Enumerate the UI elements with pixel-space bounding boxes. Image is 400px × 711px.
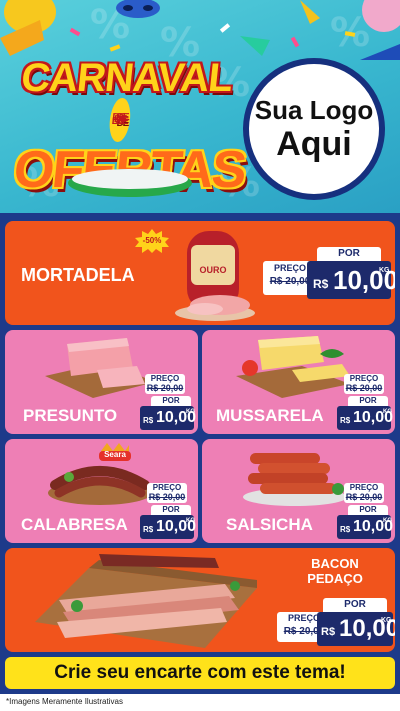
product-card-bacon[interactable]: BACON PEDAÇO PREÇO R$ 20,00 POR R$ 10,00… [5, 548, 395, 652]
carnival-banner: % % % % % % CARNAVAL DE OFERTAS Sua Logo… [0, 0, 400, 213]
product-card-mussarela[interactable]: MUSSARELA PREÇO R$ 20,00 POR R$ 10,00 KG [202, 330, 395, 434]
logo-placeholder[interactable]: Sua Logo Aqui [243, 58, 385, 200]
por-label: POR [348, 396, 388, 406]
product-name: BACON PEDAÇO [297, 556, 373, 586]
drum-icon [68, 169, 192, 197]
old-price: R$ 20,00 [345, 492, 383, 502]
title-carnaval: CARNAVAL [19, 56, 234, 100]
unit: KG [186, 518, 195, 524]
footer: *Imagens Meramente Ilustrativas [0, 694, 400, 711]
calabresa-image [48, 466, 152, 505]
disclaimer-note: *Imagens Meramente Ilustrativas [6, 697, 123, 706]
currency: R$ [321, 626, 336, 638]
por-label: POR [151, 505, 191, 515]
salsicha-image [243, 453, 347, 506]
old-price-label: PREÇO [349, 374, 379, 383]
product-name: MORTADELA [21, 265, 135, 285]
old-price-box: PREÇO R$ 20,00 [344, 483, 384, 503]
unit: KG [379, 267, 390, 274]
product-name: MUSSARELA [216, 406, 324, 425]
unit: KG [383, 518, 392, 524]
new-price-box: R$ 10,00 KG [337, 515, 393, 539]
por-label: POR [317, 247, 381, 261]
product-name: SALSICHA [226, 515, 313, 534]
product-card-mortadela[interactable]: MORTADELA -50% OURO PREÇO R$ 20,00 POR R… [5, 221, 395, 325]
title-de: DE [107, 98, 133, 143]
product-name-line2: PEDAÇO [307, 571, 363, 586]
new-price-box: R$ 10,00 KG [140, 406, 196, 430]
new-price-box: R$ 10,00 KG [140, 515, 196, 539]
unit: KG [381, 617, 392, 624]
old-price-label: PREÇO [349, 483, 379, 492]
product-name-line1: BACON [311, 556, 359, 571]
product-name: PRESUNTO [23, 406, 118, 425]
old-price-box: PREÇO R$ 20,00 [344, 374, 384, 394]
product-card-presunto[interactable]: PRESUNTO PREÇO R$ 20,00 POR R$ 10,00 KG [5, 330, 198, 434]
brand-label: OURO [199, 265, 227, 275]
por-label: POR [151, 396, 191, 406]
currency: R$ [143, 525, 154, 534]
unit: KG [186, 409, 195, 415]
product-card-calabresa[interactable]: Seara CALABRESA PREÇO R$ 20,00 POR R$ 10… [5, 439, 198, 543]
old-price: R$ 20,00 [345, 383, 383, 393]
por-label: POR [323, 598, 387, 612]
unit: KG [383, 409, 392, 415]
old-price: R$ 20,00 [146, 383, 184, 393]
mussarela-image [236, 336, 350, 398]
create-flyer-button[interactable]: Crie seu encarte com este tema! [5, 657, 395, 689]
currency: R$ [313, 277, 329, 291]
por-label: POR [348, 505, 388, 515]
new-price-box: R$ 10,00 KG [317, 612, 395, 646]
old-price-label: PREÇO [152, 483, 182, 492]
product-name: CALABRESA [21, 515, 128, 534]
presunto-image [45, 338, 155, 398]
currency: R$ [143, 416, 154, 425]
currency: R$ [340, 525, 351, 534]
new-price-box: R$ 10,00 KG [307, 261, 395, 299]
currency: R$ [340, 416, 351, 425]
new-price-box: R$ 10,00 KG [337, 406, 393, 430]
logo-text-line1: Sua Logo [254, 95, 374, 125]
old-price: R$ 20,00 [148, 492, 186, 502]
old-price-box: PREÇO R$ 20,00 [145, 374, 185, 394]
logo-text-line2: Aqui [276, 125, 352, 163]
product-card-salsicha[interactable]: SALSICHA PREÇO R$ 20,00 POR R$ 10,00 KG [202, 439, 395, 543]
carnival-decorations-icon [0, 0, 400, 60]
old-price-label: PREÇO [150, 374, 180, 383]
bacon-image [35, 554, 257, 648]
old-price-box: PREÇO R$ 20,00 [147, 483, 187, 503]
discount-badge: -50% [142, 236, 162, 245]
